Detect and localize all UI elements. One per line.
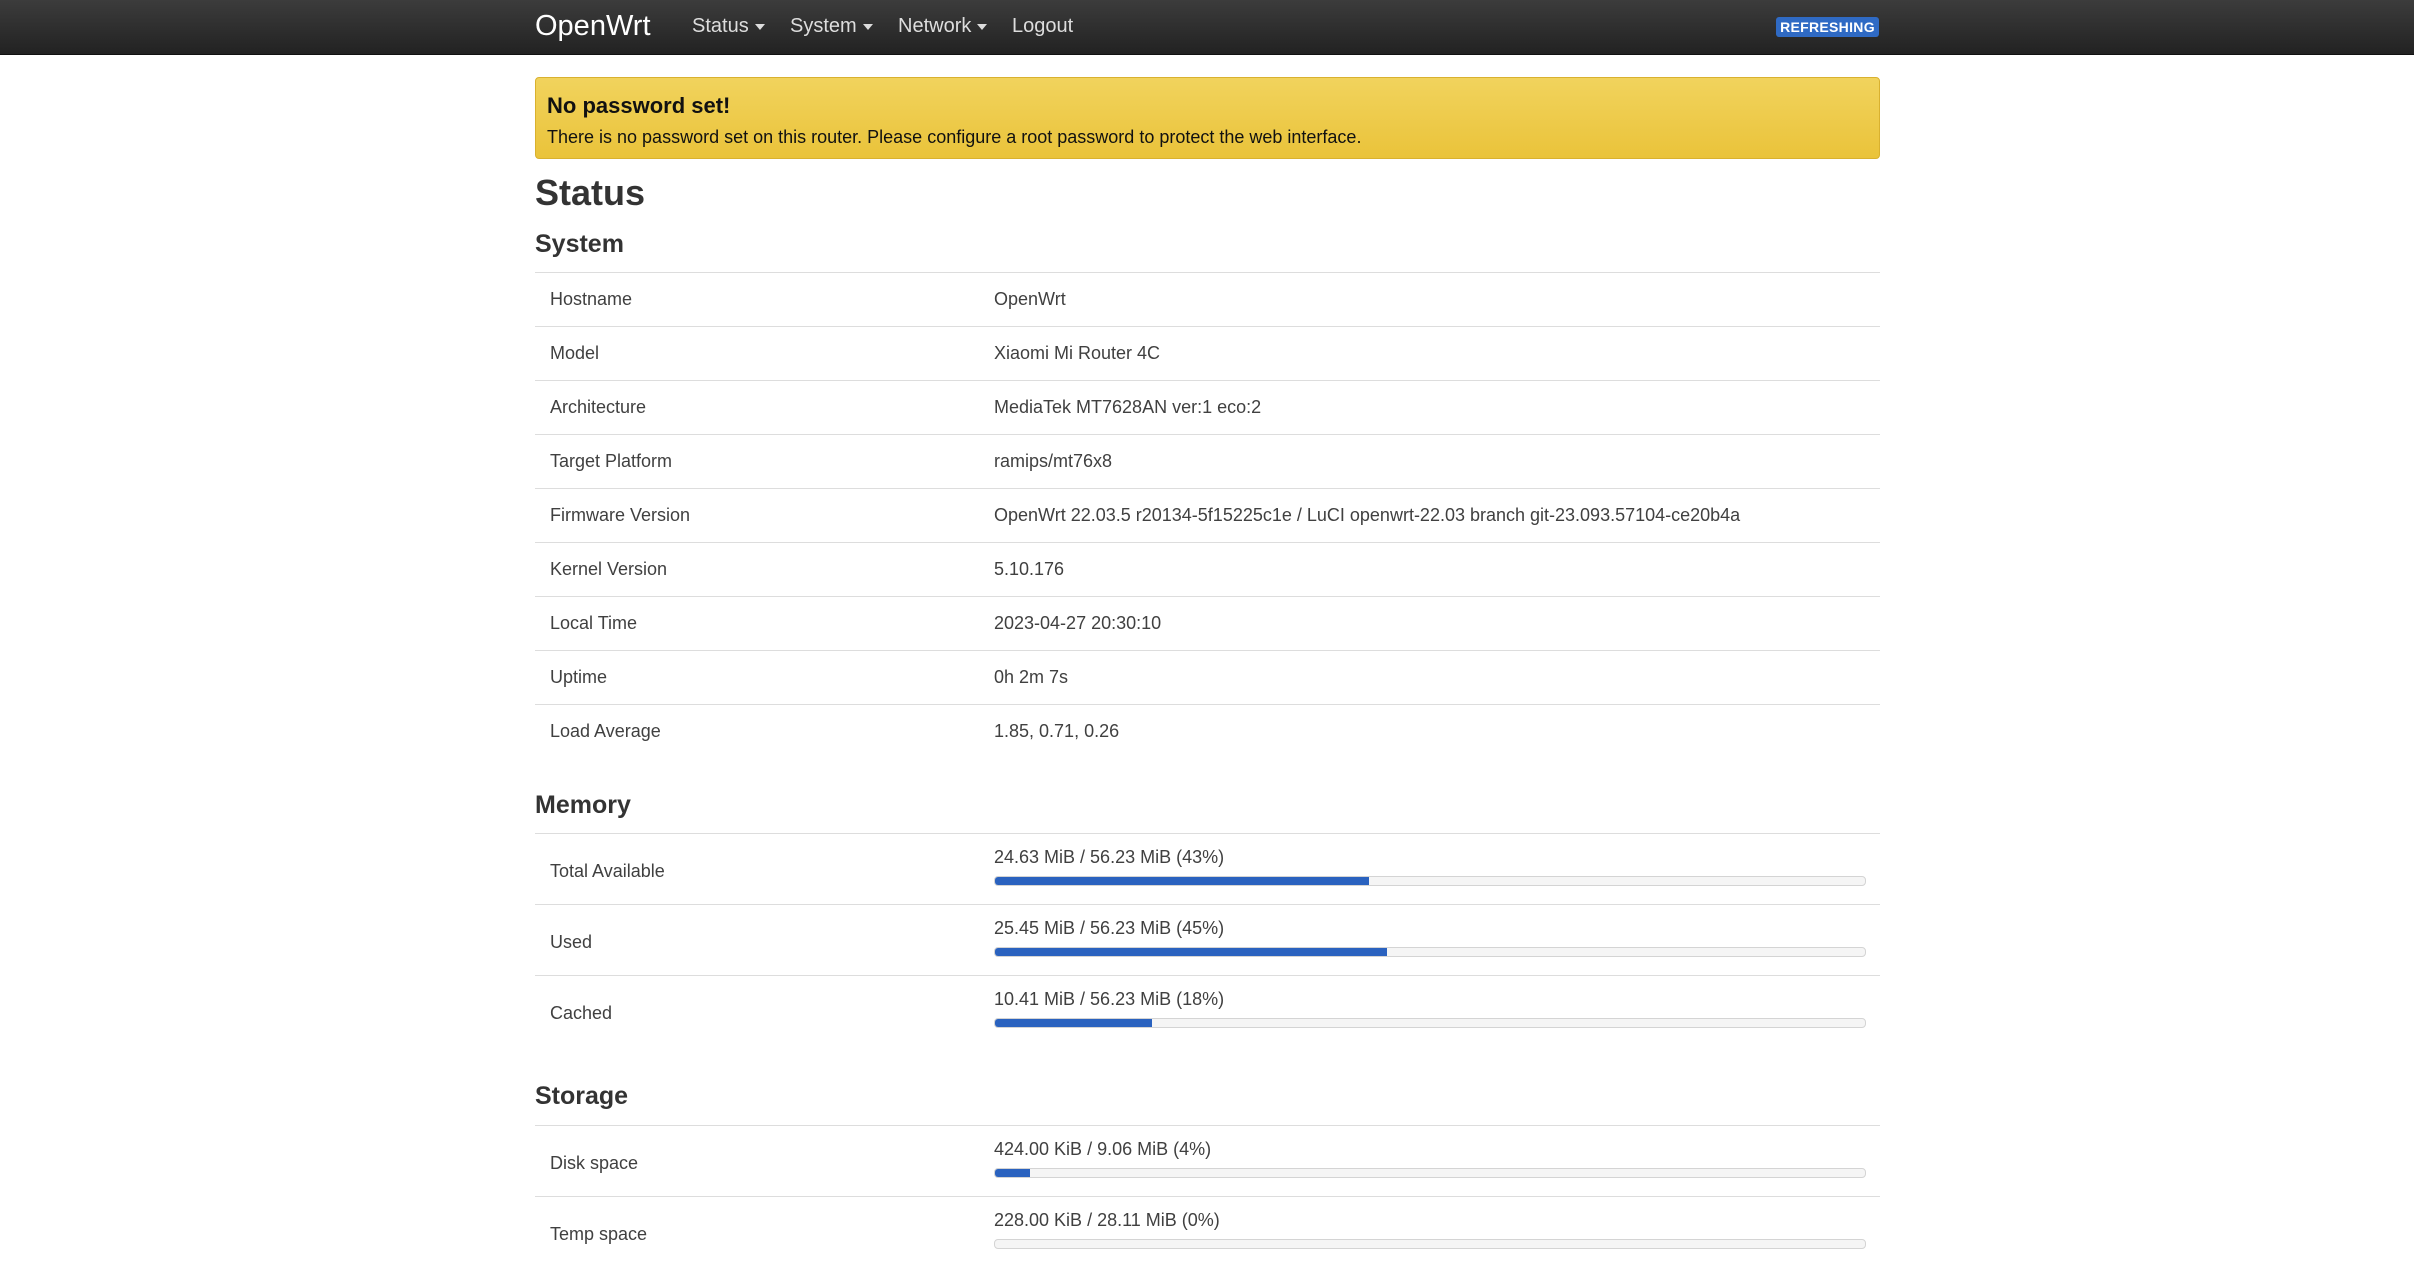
page-title: Status: [535, 172, 646, 213]
row-value: OpenWrt: [994, 289, 1066, 309]
section-title-memory: Memory: [535, 791, 631, 819]
row-value: 2023-04-27 20:30:10: [994, 613, 1162, 633]
system-table: Hostname OpenWrt Model Xiaomi Mi Router 4C A…: [535, 272, 1880, 758]
nav-menu-status[interactable]: Status: [692, 14, 765, 38]
row-key: Load Average: [550, 721, 661, 741]
table-row: Target Platform ramips/mt76x8: [535, 434, 1880, 488]
row-value: 0h 2m 7s: [994, 667, 1069, 687]
chevron-down-icon: [977, 23, 988, 30]
table-row: Disk space 424.00 KiB / 9.06 MiB (4%): [535, 1125, 1880, 1196]
storage-table: Disk space 424.00 KiB / 9.06 MiB (4%) Temp…: [535, 1125, 1880, 1267]
table-row: Firmware Version OpenWrt 22.03.5 r20134-5…: [535, 488, 1880, 542]
row-key: Model: [550, 343, 600, 363]
row-key: Hostname: [550, 289, 633, 309]
progress-label: 424.00 KiB / 9.06 MiB (4%): [994, 1139, 1212, 1159]
progress-fill: [995, 948, 1387, 956]
table-row: Cached 10.41 MiB / 56.23 MiB (18%): [535, 975, 1880, 1046]
section-title-system: System: [535, 230, 624, 258]
row-key: Cached: [550, 1003, 613, 1023]
table-row: Temp space 228.00 KiB / 28.11 MiB (0%): [535, 1196, 1880, 1267]
row-value: Xiaomi Mi Router 4C: [994, 343, 1161, 363]
row-value: ramips/mt76x8: [994, 451, 1113, 471]
progress-bar: [994, 1239, 1866, 1249]
row-key: Kernel Version: [550, 559, 668, 579]
nav-menu-network[interactable]: Network: [898, 14, 988, 38]
nav-menu-system[interactable]: System: [790, 14, 873, 38]
progress-label: 25.45 MiB / 56.23 MiB (45%): [994, 918, 1225, 938]
no-password-alert: No password set! There is no password se…: [535, 77, 1880, 159]
table-row: Load Average 1.85, 0.71, 0.26: [535, 704, 1880, 758]
progress-fill: [995, 1169, 1030, 1177]
row-key: Local Time: [550, 613, 638, 633]
row-value: 5.10.176: [994, 559, 1065, 579]
table-row: Architecture MediaTek MT7628AN ver:1 eco:…: [535, 380, 1880, 434]
progress-label: 24.63 MiB / 56.23 MiB (43%): [994, 847, 1225, 867]
nav-logout-label: Logout: [1012, 15, 1074, 37]
nav-menu-network-label: Network: [898, 15, 972, 37]
chevron-down-icon: [862, 23, 873, 30]
table-row: Uptime 0h 2m 7s: [535, 650, 1880, 704]
table-row: Local Time 2023-04-27 20:30:10: [535, 596, 1880, 650]
progress-label: 10.41 MiB / 56.23 MiB (18%): [994, 989, 1225, 1009]
table-row: Model Xiaomi Mi Router 4C: [535, 326, 1880, 380]
row-key: Uptime: [550, 667, 608, 687]
refreshing-badge[interactable]: REFRESHING: [1776, 17, 1879, 37]
progress-bar: [994, 876, 1866, 886]
row-key: Target Platform: [550, 451, 673, 471]
progress-bar: [994, 1168, 1866, 1178]
chevron-down-icon: [754, 23, 765, 30]
memory-table: Total Available 24.63 MiB / 56.23 MiB (43…: [535, 833, 1880, 1046]
nav-logout-link[interactable]: Logout: [1012, 14, 1073, 38]
row-key: Total Available: [550, 861, 665, 881]
row-key: Used: [550, 932, 593, 952]
table-row: Hostname OpenWrt: [535, 272, 1880, 326]
progress-label: 228.00 KiB / 28.11 MiB (0%): [994, 1210, 1220, 1230]
nav-menu-status-label: Status: [692, 15, 749, 37]
table-row: Kernel Version 5.10.176: [535, 542, 1880, 596]
alert-text: There is no password set on this router.…: [547, 127, 1362, 147]
row-key: Architecture: [550, 397, 647, 417]
row-value: 1.85, 0.71, 0.26: [994, 721, 1120, 741]
row-value: MediaTek MT7628AN ver:1 eco:2: [994, 397, 1262, 417]
section-title-storage: Storage: [535, 1082, 629, 1110]
row-key: Temp space: [550, 1224, 648, 1244]
nav-menu-system-label: System: [790, 15, 857, 37]
progress-bar: [994, 1018, 1866, 1028]
progress-bar: [994, 947, 1866, 957]
progress-fill: [995, 877, 1370, 885]
row-value: OpenWrt 22.03.5 r20134-5f15225c1e / LuCI…: [994, 505, 1741, 525]
alert-title: No password set!: [547, 93, 731, 118]
progress-fill: [995, 1019, 1152, 1027]
top-navbar: OpenWrt Status System Network Logout REF…: [0, 0, 2414, 55]
brand-logo-text[interactable]: OpenWrt: [535, 8, 651, 44]
table-row: Total Available 24.63 MiB / 56.23 MiB (43…: [535, 833, 1880, 904]
row-key: Firmware Version: [550, 505, 691, 525]
table-row: Used 25.45 MiB / 56.23 MiB (45%): [535, 904, 1880, 975]
row-key: Disk space: [550, 1153, 639, 1173]
